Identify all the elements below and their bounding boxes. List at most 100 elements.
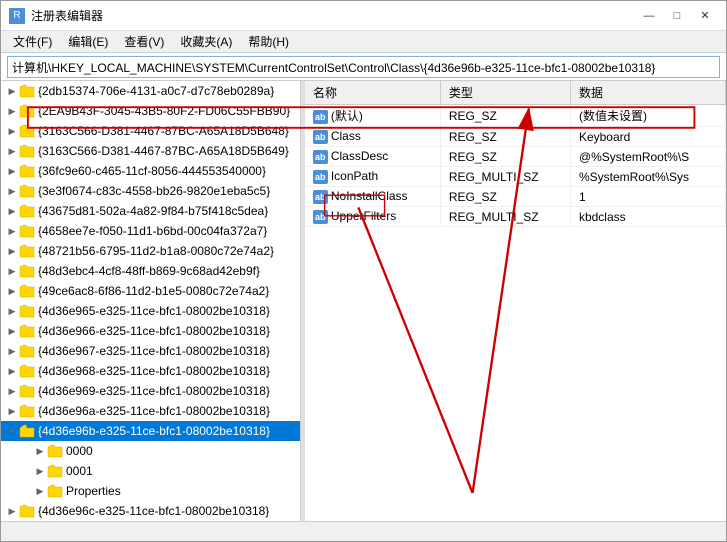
table-row[interactable]: ab ClassREG_SZKeyboard [305, 127, 726, 147]
tree-item[interactable]: ▶ {3163C566-D381-4467-87BC-A65A18D5B648} [1, 121, 300, 141]
cell-data: kbdclass [570, 207, 725, 227]
cell-type: REG_MULTI_SZ [440, 167, 570, 187]
tree-item[interactable]: ▶{4658ee7e-f050-11d1-b6bd-00c04fa372a7} [1, 221, 300, 241]
left-tree-pane[interactable]: ▶{2db15374-706e-4131-a0c7-d7c78eb0289a}▶… [1, 81, 301, 521]
folder-icon [19, 344, 35, 358]
menu-item[interactable]: 查看(V) [116, 32, 172, 52]
tree-item[interactable]: ▶ 0000 [1, 441, 300, 461]
cell-name: ab (默认) [305, 105, 440, 127]
expand-arrow-icon[interactable]: ▶ [5, 281, 19, 301]
expand-arrow-icon[interactable]: ▶ [5, 381, 19, 401]
tree-item-label: 0000 [66, 444, 93, 458]
folder-icon [19, 364, 35, 378]
tree-item-label: {3163C566-D381-4467-87BC-A65A18D5B649} [38, 144, 289, 158]
expand-arrow-icon[interactable]: ▶ [5, 101, 19, 121]
address-path[interactable]: 计算机\HKEY_LOCAL_MACHINE\SYSTEM\CurrentCon… [7, 56, 720, 78]
folder-icon [47, 464, 63, 478]
tree-item-label: {2db15374-706e-4131-a0c7-d7c78eb0289a} [38, 84, 274, 98]
folder-icon [19, 504, 35, 518]
table-row[interactable]: ab IconPathREG_MULTI_SZ%SystemRoot%\Sys [305, 167, 726, 187]
main-content: ▶{2db15374-706e-4131-a0c7-d7c78eb0289a}▶… [1, 81, 726, 521]
tree-item-label: {4d36e968-e325-11ce-bfc1-08002be10318} [38, 364, 270, 378]
value-type-icon: ab [313, 150, 328, 164]
expand-arrow-icon[interactable]: ▶ [5, 501, 19, 521]
maximize-button[interactable]: □ [664, 5, 690, 27]
expand-arrow-icon[interactable]: ▶ [33, 481, 47, 501]
tree-item-label: {36fc9e60-c465-11cf-8056-444553540000} [38, 164, 266, 178]
expand-arrow-icon[interactable]: ▶ [5, 81, 19, 101]
cell-name: ab Class [305, 127, 440, 147]
minimize-button[interactable]: — [636, 5, 662, 27]
expand-arrow-icon[interactable]: ▶ [5, 401, 19, 421]
tree-item[interactable]: ▶{48721b56-6795-11d2-b1a8-0080c72e74a2} [1, 241, 300, 261]
tree-item[interactable]: ▶{4d36e969-e325-11ce-bfc1-08002be10318} [1, 381, 300, 401]
tree-item-label: {4d36e96b-e325-11ce-bfc1-08002be10318} [38, 424, 270, 438]
expand-arrow-icon[interactable]: ▶ [5, 201, 19, 221]
expand-arrow-icon[interactable]: ▶ [5, 161, 19, 181]
cell-type: REG_SZ [440, 105, 570, 127]
expand-arrow-icon[interactable]: ▼ [5, 421, 19, 441]
tree-item[interactable]: ▶{49ce6ac8-6f86-11d2-b1e5-0080c72e74a2} [1, 281, 300, 301]
col-data[interactable]: 数据 [570, 81, 725, 105]
col-name[interactable]: 名称 [305, 81, 440, 105]
right-pane[interactable]: 名称 类型 数据 ab (默认)REG_SZ(数值未设置)ab ClassREG… [305, 81, 726, 521]
close-button[interactable]: ✕ [692, 5, 718, 27]
expand-arrow-icon[interactable]: ▶ [5, 361, 19, 381]
expand-arrow-icon[interactable]: ▶ [5, 241, 19, 261]
tree-item[interactable]: ▶{4d36e965-e325-11ce-bfc1-08002be10318} [1, 301, 300, 321]
tree-item-label: {2EA9B43F-3045-43B5-80F2-FD06C55FBB90} [38, 104, 290, 118]
tree-item[interactable]: ▶ {2db15374-706e-4131-a0c7-d7c78eb0289a} [1, 81, 300, 101]
menu-item[interactable]: 帮助(H) [240, 32, 297, 52]
tree-item[interactable]: ▶ {36fc9e60-c465-11cf-8056-444553540000} [1, 161, 300, 181]
cell-data: @%SystemRoot%\S [570, 147, 725, 167]
menu-item[interactable]: 文件(F) [5, 32, 60, 52]
cell-name: ab UpperFilters [305, 207, 440, 227]
tree-item[interactable]: ▶{3e3f0674-c83c-4558-bb26-9820e1eba5c5} [1, 181, 300, 201]
tree-item[interactable]: ▼ {4d36e96b-e325-11ce-bfc1-08002be10318} [1, 421, 300, 441]
cell-data: (数值未设置) [570, 105, 725, 127]
expand-arrow-icon[interactable]: ▶ [33, 461, 47, 481]
tree-item[interactable]: ▶ {43675d81-502a-4a82-9f84-b75f418c5dea} [1, 201, 300, 221]
menu-item[interactable]: 编辑(E) [60, 32, 116, 52]
expand-arrow-icon[interactable]: ▶ [33, 441, 47, 461]
cell-name: ab NoInstallClass [305, 187, 440, 207]
tree-item[interactable]: ▶ {48d3ebc4-4cf8-48ff-b869-9c68ad42eb9f} [1, 261, 300, 281]
expand-arrow-icon[interactable]: ▶ [5, 141, 19, 161]
table-row[interactable]: ab (默认)REG_SZ(数值未设置) [305, 105, 726, 127]
tree-item[interactable]: ▶ {3163C566-D381-4467-87BC-A65A18D5B649} [1, 141, 300, 161]
tree-item-label: 0001 [66, 464, 93, 478]
menu-item[interactable]: 收藏夹(A) [172, 32, 240, 52]
tree-item[interactable]: ▶ 0001 [1, 461, 300, 481]
tree-item-label: Properties [66, 484, 121, 498]
expand-arrow-icon[interactable]: ▶ [5, 341, 19, 361]
tree-item[interactable]: ▶ Properties [1, 481, 300, 501]
window-title: 注册表编辑器 [31, 7, 103, 24]
tree-item[interactable]: ▶{4d36e96c-e325-11ce-bfc1-08002be10318} [1, 501, 300, 521]
folder-icon [19, 224, 35, 238]
table-row[interactable]: ab NoInstallClassREG_SZ1 [305, 187, 726, 207]
tree-item[interactable]: ▶ {4d36e966-e325-11ce-bfc1-08002be10318} [1, 321, 300, 341]
folder-icon [19, 124, 35, 138]
tree-item-label: {4d36e966-e325-11ce-bfc1-08002be10318} [38, 324, 270, 338]
tree-item-label: {43675d81-502a-4a82-9f84-b75f418c5dea} [38, 204, 268, 218]
col-type[interactable]: 类型 [440, 81, 570, 105]
expand-arrow-icon[interactable]: ▶ [5, 261, 19, 281]
value-type-icon: ab [313, 210, 328, 224]
table-row[interactable]: ab UpperFiltersREG_MULTI_SZkbdclass [305, 207, 726, 227]
tree-item-label: {48d3ebc4-4cf8-48ff-b869-9c68ad42eb9f} [38, 264, 260, 278]
expand-arrow-icon[interactable]: ▶ [5, 301, 19, 321]
expand-arrow-icon[interactable]: ▶ [5, 121, 19, 141]
folder-icon [19, 184, 35, 198]
tree-item-label: {3163C566-D381-4467-87BC-A65A18D5B648} [38, 124, 289, 138]
tree-item[interactable]: ▶ {4d36e968-e325-11ce-bfc1-08002be10318} [1, 361, 300, 381]
tree-item[interactable]: ▶{4d36e96a-e325-11ce-bfc1-08002be10318} [1, 401, 300, 421]
expand-arrow-icon[interactable]: ▶ [5, 181, 19, 201]
folder-icon [19, 104, 35, 118]
table-row[interactable]: ab ClassDescREG_SZ@%SystemRoot%\S [305, 147, 726, 167]
expand-arrow-icon[interactable]: ▶ [5, 221, 19, 241]
folder-icon [19, 424, 35, 438]
tree-item[interactable]: ▶{4d36e967-e325-11ce-bfc1-08002be10318} [1, 341, 300, 361]
expand-arrow-icon[interactable]: ▶ [5, 321, 19, 341]
tree-item[interactable]: ▶ {2EA9B43F-3045-43B5-80F2-FD06C55FBB90} [1, 101, 300, 121]
address-bar: 计算机\HKEY_LOCAL_MACHINE\SYSTEM\CurrentCon… [1, 53, 726, 81]
